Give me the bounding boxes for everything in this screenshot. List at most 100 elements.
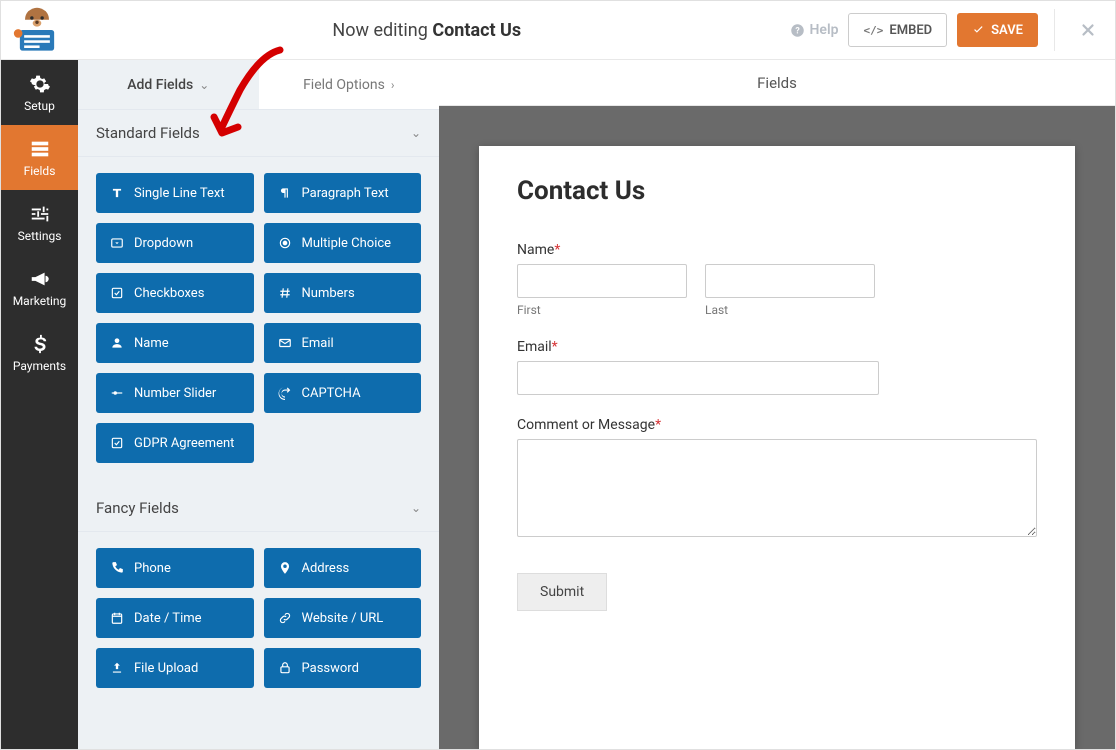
nav-setup[interactable]: Setup	[1, 60, 78, 125]
tab-field-options[interactable]: Field Options ›	[259, 60, 440, 109]
field-gdpr[interactable]: GDPR Agreement	[96, 423, 254, 463]
message-field[interactable]: Comment or Message*	[517, 417, 1037, 541]
code-icon: </>	[863, 24, 883, 37]
field-label: Number Slider	[134, 386, 216, 401]
fancy-fields-grid: Phone Address Date / Time Website / URL …	[78, 532, 439, 710]
field-date-time[interactable]: Date / Time	[96, 598, 254, 638]
message-textarea[interactable]	[517, 439, 1037, 537]
chevron-down-icon: ⌄	[411, 126, 421, 140]
field-website[interactable]: Website / URL	[264, 598, 422, 638]
form-canvas[interactable]: Contact Us Name* First Last	[479, 146, 1075, 749]
field-multiple-choice[interactable]: Multiple Choice	[264, 223, 422, 263]
field-name[interactable]: Name	[96, 323, 254, 363]
field-label: Checkboxes	[134, 286, 204, 301]
help-button[interactable]: ? Help	[790, 22, 839, 38]
first-name-input[interactable]	[517, 264, 687, 298]
field-label: Multiple Choice	[302, 236, 392, 251]
last-sublabel: Last	[705, 303, 875, 317]
name-field[interactable]: Name* First Last	[517, 242, 1037, 317]
first-sublabel: First	[517, 303, 687, 317]
field-numbers[interactable]: Numbers	[264, 273, 422, 313]
megaphone-icon	[29, 268, 51, 290]
field-label: Single Line Text	[134, 186, 225, 201]
field-label: Name	[134, 336, 169, 351]
email-input[interactable]	[517, 361, 879, 395]
save-label: SAVE	[991, 23, 1023, 38]
nav-fields[interactable]: Fields	[1, 125, 78, 190]
preview-header: Fields	[439, 60, 1115, 106]
field-label: Paragraph Text	[302, 186, 389, 201]
embed-button[interactable]: </> EMBED	[848, 13, 947, 47]
tab-add-label: Add Fields	[127, 77, 193, 93]
now-editing-text: Now editing	[332, 20, 427, 41]
field-label: GDPR Agreement	[134, 436, 234, 451]
field-single-line-text[interactable]: Single Line Text	[96, 173, 254, 213]
field-label: Email	[302, 336, 334, 351]
nav-setup-label: Setup	[24, 99, 55, 113]
tab-options-label: Field Options	[303, 77, 385, 93]
field-phone[interactable]: Phone	[96, 548, 254, 588]
chevron-down-icon: ⌄	[199, 78, 209, 92]
top-bar: Now editing Contact Us ? Help </> EMBED …	[1, 1, 1115, 60]
panel-scroll[interactable]: Standard Fields ⌄ Single Line Text Parag…	[78, 110, 439, 749]
required-mark: *	[554, 242, 560, 258]
left-nav: Setup Fields Settings Marketing Payments	[1, 60, 78, 749]
nav-settings[interactable]: Settings	[1, 190, 78, 255]
field-address[interactable]: Address	[264, 548, 422, 588]
field-paragraph-text[interactable]: Paragraph Text	[264, 173, 422, 213]
preview-header-label: Fields	[757, 74, 797, 92]
message-label: Comment or Message*	[517, 417, 1037, 433]
top-actions: ? Help </> EMBED SAVE	[790, 9, 1105, 51]
nav-payments-label: Payments	[13, 359, 66, 373]
field-password[interactable]: Password	[264, 648, 422, 688]
field-dropdown[interactable]: Dropdown	[96, 223, 254, 263]
nav-marketing-label: Marketing	[13, 294, 67, 308]
nav-marketing[interactable]: Marketing	[1, 255, 78, 320]
field-captcha[interactable]: CAPTCHA	[264, 373, 422, 413]
nav-payments[interactable]: Payments	[1, 320, 78, 385]
panel-tabs: Add Fields ⌄ Field Options ›	[78, 60, 439, 110]
field-label: File Upload	[134, 661, 198, 676]
check-icon	[972, 24, 985, 37]
close-button[interactable]	[1071, 13, 1105, 47]
form-name-text: Contact Us	[432, 20, 521, 41]
field-label: Date / Time	[134, 611, 202, 626]
sliders-icon	[29, 203, 51, 225]
embed-label: EMBED	[889, 23, 932, 38]
svg-text:?: ?	[795, 26, 800, 36]
required-mark: *	[552, 339, 558, 355]
field-checkboxes[interactable]: Checkboxes	[96, 273, 254, 313]
close-icon	[1079, 21, 1097, 39]
chevron-down-icon: ⌄	[411, 501, 421, 515]
form-title: Contact Us	[517, 176, 1037, 206]
section-fancy-fields[interactable]: Fancy Fields ⌄	[78, 485, 439, 532]
canvas-wrap: Contact Us Name* First Last	[439, 106, 1115, 749]
dollar-icon	[29, 333, 51, 355]
main-area: Setup Fields Settings Marketing Payments	[1, 60, 1115, 749]
label-text: Comment or Message	[517, 417, 655, 433]
required-mark: *	[655, 417, 661, 433]
field-label: Password	[302, 661, 359, 676]
field-email[interactable]: Email	[264, 323, 422, 363]
center: Add Fields ⌄ Field Options › Standard Fi…	[78, 60, 1115, 749]
section-fancy-label: Fancy Fields	[96, 499, 179, 517]
email-field[interactable]: Email*	[517, 339, 1037, 395]
app-root: Now editing Contact Us ? Help </> EMBED …	[0, 0, 1116, 750]
submit-button[interactable]: Submit	[517, 573, 607, 611]
field-label: CAPTCHA	[302, 386, 361, 401]
email-label: Email*	[517, 339, 1037, 355]
field-label: Address	[302, 561, 350, 576]
editing-title: Now editing Contact Us	[64, 20, 790, 41]
label-text: Email	[517, 339, 552, 355]
last-name-input[interactable]	[705, 264, 875, 298]
section-standard-fields[interactable]: Standard Fields ⌄	[78, 110, 439, 157]
save-button[interactable]: SAVE	[957, 13, 1038, 47]
nav-fields-label: Fields	[24, 164, 56, 178]
field-label: Numbers	[302, 286, 355, 301]
tab-add-fields[interactable]: Add Fields ⌄	[78, 60, 259, 109]
field-number-slider[interactable]: Number Slider	[96, 373, 254, 413]
section-standard-label: Standard Fields	[96, 124, 200, 142]
wpforms-logo	[9, 5, 64, 55]
gear-icon	[29, 73, 51, 95]
field-file-upload[interactable]: File Upload	[96, 648, 254, 688]
